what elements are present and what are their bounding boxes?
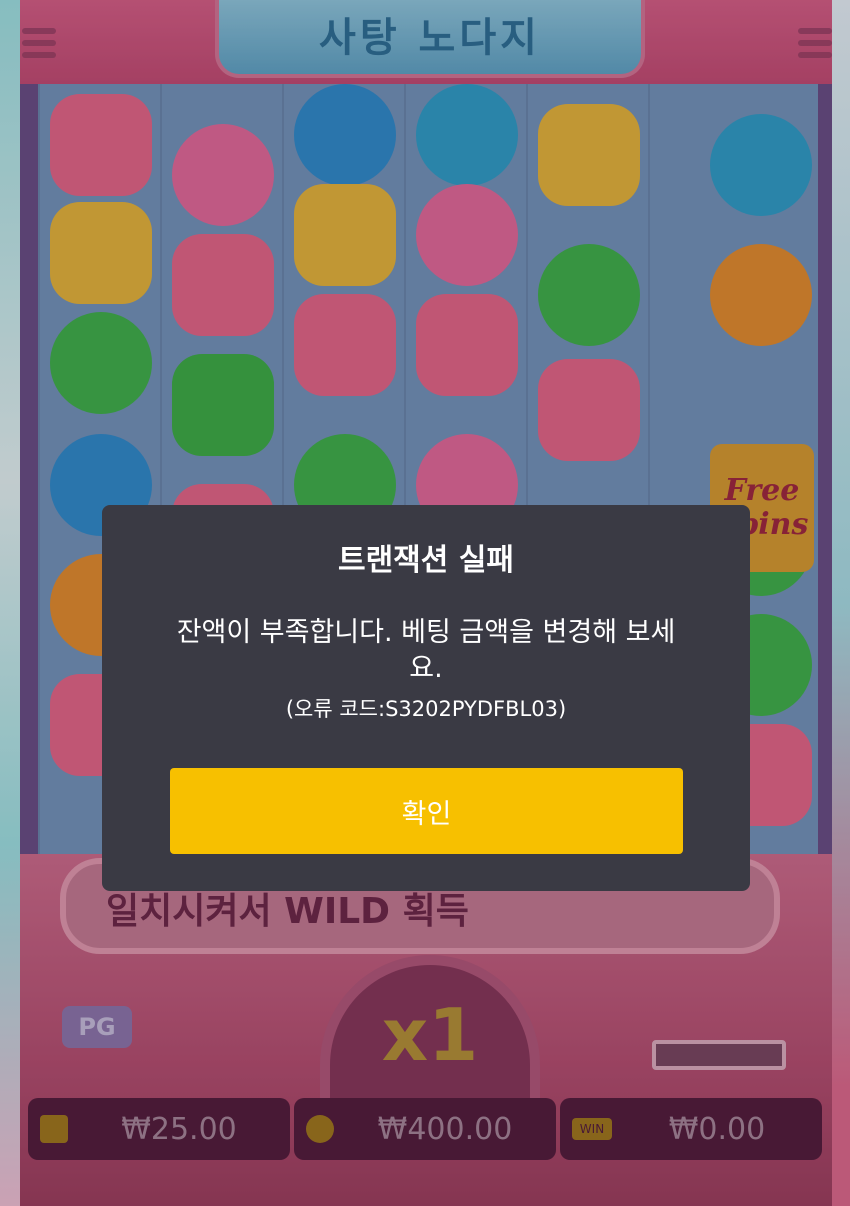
orange-candy-symbol [710,244,812,346]
balance-value: ₩25.00 [121,1111,237,1147]
pink-candy-symbol [172,124,274,226]
background-right-edge [832,0,850,1206]
wallet-icon [40,1115,68,1143]
multiplier-value: x1 [381,993,479,1077]
heart-candy-symbol [172,234,274,336]
star-candy-symbol [294,184,396,286]
green-square-candy-symbol [172,354,274,456]
pink-candy-symbol [416,184,518,286]
teal-candy-symbol [710,114,812,216]
blue-candy-symbol [294,84,396,186]
heart-candy-symbol [416,294,518,396]
green-candy-symbol [538,244,640,346]
game-title: 사탕 노다지 [215,0,645,78]
title-bar: 사탕 노다지 [20,0,832,84]
menu-icon[interactable] [798,28,832,64]
balance-display: ₩25.00 [28,1098,290,1160]
teal-candy-symbol [416,84,518,186]
win-icon: WIN [572,1118,612,1140]
error-code: (오류 코드:S3202PYDFBL03) [285,697,567,721]
coins-icon [306,1115,334,1143]
dialog-title: 트랜잭션 실패 [337,543,515,578]
dialog-message: 잔액이 부족합니다. 베팅 금액을 변경해 보세요. [176,617,676,684]
heart-candy-symbol [50,94,152,196]
menu-icon[interactable] [22,28,56,64]
free-spins-word-1: Free [724,473,800,508]
confirm-button[interactable]: 확인 [170,768,683,854]
pg-logo: PG [62,1006,132,1048]
win-value: ₩0.00 [668,1111,766,1147]
coin-slot [652,1040,786,1070]
star-candy-symbol [538,104,640,206]
transaction-failed-dialog: 트랜잭션 실패 잔액이 부족합니다. 베팅 금액을 변경해 보세요. (오류 코… [102,505,750,891]
green-candy-symbol [50,312,152,414]
background-left-edge [0,0,20,1206]
win-display: WIN ₩0.00 [560,1098,822,1160]
bet-display[interactable]: ₩400.00 [294,1098,556,1160]
bet-value: ₩400.00 [377,1111,513,1147]
heart-candy-symbol [538,359,640,461]
star-candy-symbol [50,202,152,304]
heart-candy-symbol [294,294,396,396]
